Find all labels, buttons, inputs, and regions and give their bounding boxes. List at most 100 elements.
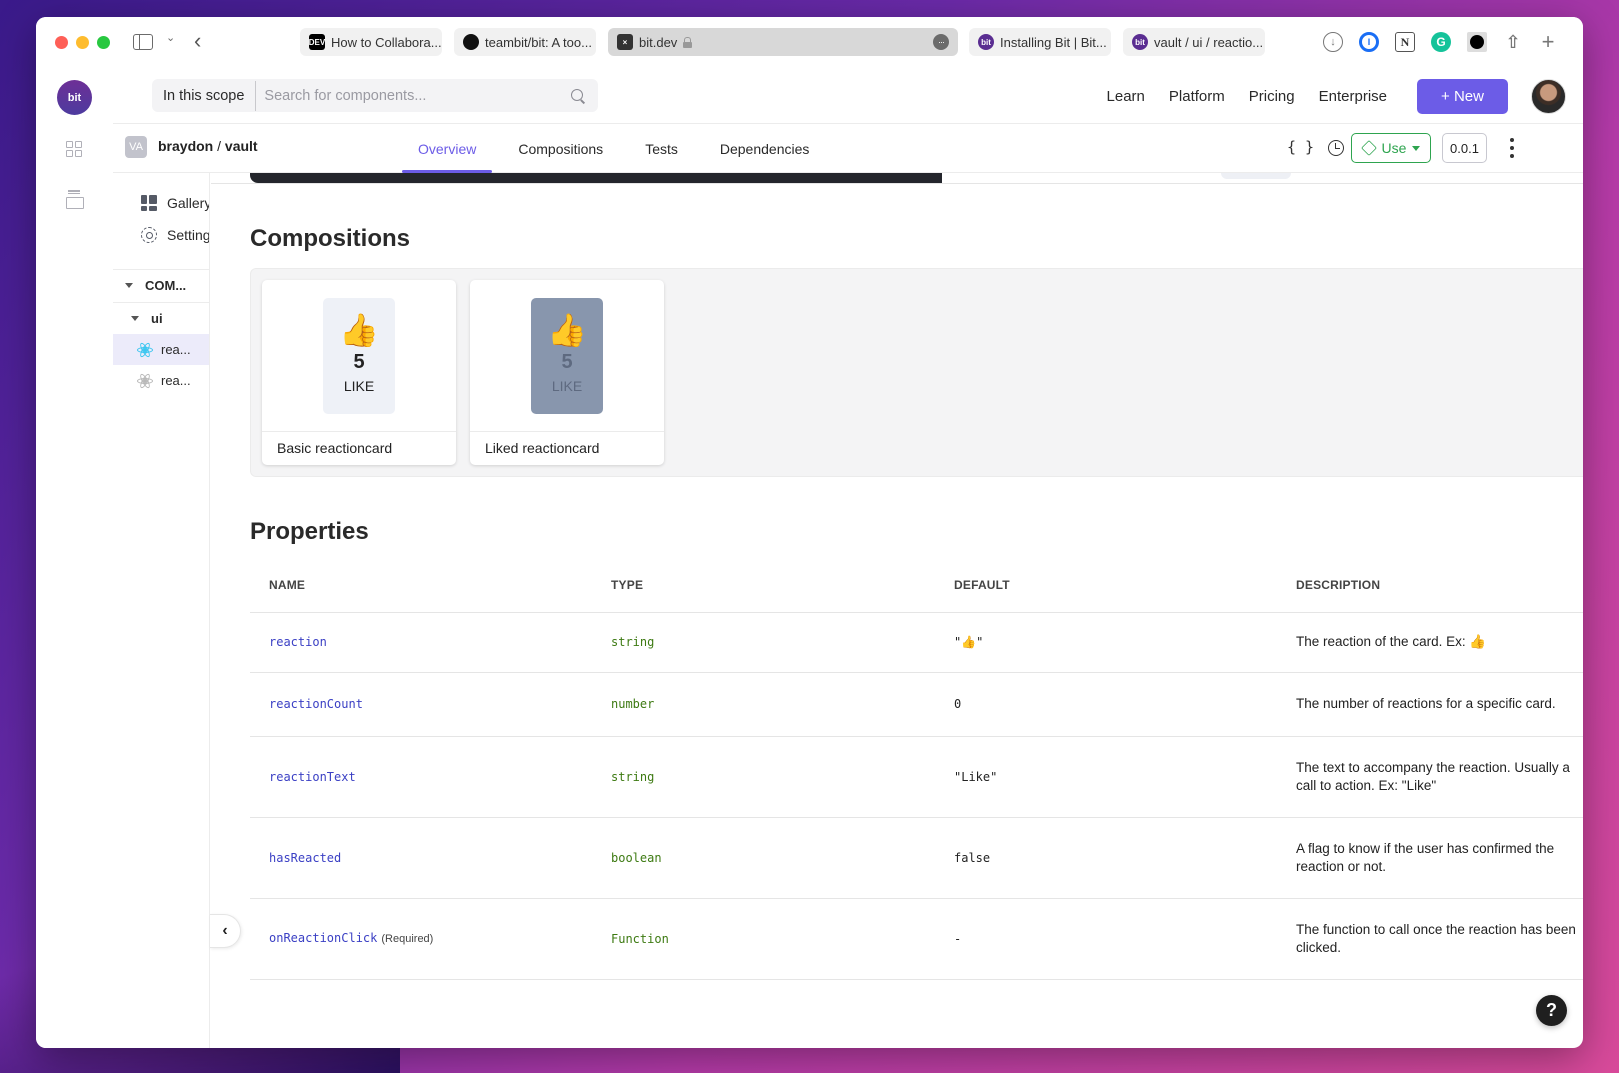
tree-folder-label: ui — [151, 311, 163, 326]
code-icon[interactable]: { } — [1287, 138, 1314, 156]
prop-default: - — [954, 931, 962, 946]
composition-card[interactable]: 👍 5 LIKE Basic reactioncard — [262, 280, 456, 465]
preview-handle — [1221, 173, 1291, 179]
browser-tab[interactable]: bit vault / ui / reactio... — [1123, 28, 1265, 56]
back-arrow-icon[interactable]: ‹ — [194, 30, 201, 52]
browser-tab[interactable]: DEV How to Collabora... — [300, 28, 442, 56]
nav-pricing[interactable]: Pricing — [1249, 88, 1295, 105]
new-button[interactable]: + New — [1417, 79, 1508, 114]
react-icon — [137, 341, 153, 358]
browser-tab[interactable]: teambit/bit: A too... — [454, 28, 596, 56]
prop-description: A flag to know if the user has confirmed… — [1296, 840, 1555, 874]
more-options-icon[interactable]: ··· — [933, 34, 949, 50]
tree-root-label: COM... — [145, 278, 187, 293]
prop-description: The number of reactions for a specific c… — [1296, 696, 1556, 711]
column-header-description: DESCRIPTION — [1277, 559, 1583, 613]
box-icon — [1360, 140, 1377, 156]
caret-down-icon[interactable] — [125, 283, 133, 288]
sidebar-item-settings[interactable]: Settings — [141, 227, 210, 243]
prop-name: onReactionClick — [269, 931, 378, 945]
composition-preview: 👍 5 LIKE — [262, 280, 456, 432]
breadcrumb[interactable]: braydon / vault — [158, 138, 258, 154]
browser-tab[interactable]: bit Installing Bit | Bit... — [969, 28, 1111, 56]
prop-default: "👍" — [954, 635, 984, 649]
prop-name: reactionText — [269, 769, 356, 784]
tab-label: teambit/bit: A too... — [485, 34, 592, 50]
bit-app: bit In this scope Learn Platform Pricing… — [36, 69, 1583, 1048]
share-icon[interactable]: ⇧ — [1503, 32, 1523, 52]
table-row: reactionText string "Like" The text to a… — [250, 736, 1583, 818]
reaction-count: 5 — [353, 351, 365, 373]
compositions-gallery: 👍 5 LIKE Basic reactioncard 👍 5 LIKE Lik… — [250, 268, 1583, 477]
main-nav: Learn Platform Pricing Enterprise — [1107, 69, 1387, 124]
tree-folder[interactable]: ui — [113, 303, 209, 334]
close-window-button[interactable] — [55, 36, 68, 49]
prop-description: The reaction of the card. Ex: 👍 — [1296, 634, 1487, 649]
tree-root[interactable]: COM... — [113, 270, 209, 301]
sidebar-item-gallery[interactable]: Gallery — [141, 195, 209, 211]
extension-icon[interactable] — [1467, 32, 1487, 52]
x-favicon-icon: × — [617, 34, 633, 50]
prop-description: The text to accompany the reaction. Usua… — [1296, 759, 1570, 793]
address-bar-url[interactable]: bit.dev — [639, 35, 677, 50]
composition-caption: Basic reactioncard — [277, 440, 393, 456]
password-manager-icon[interactable]: I — [1359, 32, 1379, 52]
tab-overview[interactable]: Overview — [402, 124, 493, 173]
use-button[interactable]: Use — [1351, 133, 1431, 163]
tab-dependencies[interactable]: Dependencies — [704, 124, 826, 173]
sidebar-toggle-icon[interactable] — [133, 34, 153, 50]
composition-caption: Liked reactioncard — [485, 440, 600, 456]
properties-table: NAME TYPE DEFAULT DESCRIPTION reaction s… — [250, 559, 1583, 980]
history-icon[interactable] — [1328, 140, 1344, 156]
top-bar: In this scope Learn Platform Pricing Ent… — [113, 69, 1583, 124]
chevron-down-icon[interactable]: ⌄ — [166, 33, 175, 44]
gallery-icon — [141, 195, 157, 211]
tab-tests[interactable]: Tests — [629, 124, 694, 173]
new-tab-icon[interactable]: + — [1538, 29, 1558, 54]
thumbs-up-icon: 👍 — [547, 312, 587, 348]
user-avatar[interactable] — [1531, 79, 1566, 114]
more-menu-icon[interactable] — [1508, 138, 1516, 158]
caret-down-icon[interactable] — [131, 316, 139, 321]
browser-tab-active[interactable]: × bit.dev ··· — [608, 28, 958, 56]
sidebar-item-label: Settings — [167, 227, 210, 243]
reaction-card-liked[interactable]: 👍 5 LIKE — [531, 298, 603, 414]
tree-item-label: rea... — [161, 373, 191, 388]
version-selector[interactable]: 0.0.1 — [1442, 133, 1487, 163]
nav-learn[interactable]: Learn — [1107, 88, 1145, 105]
tab-label: vault / ui / reactio... — [1154, 34, 1264, 50]
tab-compositions[interactable]: Compositions — [502, 124, 619, 173]
notion-icon[interactable]: N — [1395, 32, 1415, 52]
prop-default: 0 — [954, 697, 962, 711]
search-icon[interactable] — [564, 82, 592, 110]
table-row: reaction string "👍" The reaction of the … — [250, 612, 1583, 673]
download-icon[interactable]: ↓ — [1323, 32, 1343, 52]
owner-name[interactable]: braydon — [158, 138, 213, 154]
reaction-card[interactable]: 👍 5 LIKE — [323, 298, 395, 414]
scope-name[interactable]: vault — [225, 138, 258, 154]
tree-item-selected[interactable]: rea... — [113, 334, 209, 365]
composition-preview: 👍 5 LIKE — [470, 280, 664, 432]
stack-icon[interactable] — [66, 191, 84, 209]
nav-platform[interactable]: Platform — [1169, 88, 1225, 105]
component-preview-strip — [250, 173, 942, 183]
component-bar: VA braydon / vault Overview Compositions… — [113, 124, 1583, 173]
tree-item[interactable]: rea... — [113, 365, 209, 396]
table-row: onReactionClick (Required) Function - The… — [250, 898, 1583, 980]
table-row: reactionCount number 0 The number of rea… — [250, 672, 1583, 737]
search-input[interactable] — [256, 87, 564, 104]
help-button[interactable]: ? — [1536, 995, 1567, 1026]
dashboard-grid-icon[interactable] — [66, 141, 82, 157]
scope-filter[interactable]: In this scope — [152, 80, 257, 111]
table-row: hasReacted boolean false A flag to know … — [250, 817, 1583, 899]
lock-icon — [683, 36, 693, 48]
bit-logo[interactable]: bit — [57, 80, 92, 115]
composition-card[interactable]: 👍 5 LIKE Liked reactioncard — [470, 280, 664, 465]
grammarly-icon[interactable]: G — [1431, 32, 1451, 52]
minimize-window-button[interactable] — [76, 36, 89, 49]
reaction-label: LIKE — [551, 378, 583, 394]
search-box: In this scope — [152, 79, 598, 112]
nav-enterprise[interactable]: Enterprise — [1319, 88, 1387, 105]
zoom-window-button[interactable] — [97, 36, 110, 49]
table-header-row: NAME TYPE DEFAULT DESCRIPTION — [250, 559, 1583, 613]
